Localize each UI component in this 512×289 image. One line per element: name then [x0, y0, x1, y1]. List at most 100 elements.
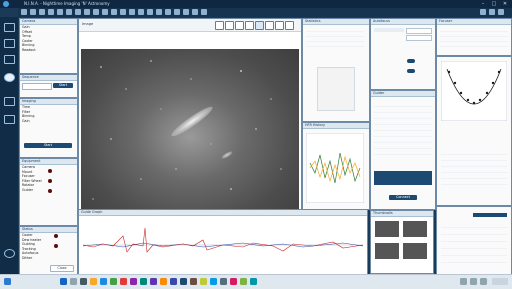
target-icon[interactable] [147, 9, 153, 15]
settings-icon[interactable] [498, 9, 504, 15]
app-icon[interactable] [250, 278, 257, 285]
toggle-switch[interactable] [407, 59, 415, 63]
star-preview [317, 67, 355, 111]
focuser-panel: Focuser [436, 18, 512, 56]
flat-icon[interactable] [165, 9, 171, 15]
sequence-icon[interactable] [4, 97, 15, 106]
toggle-switch[interactable] [407, 69, 415, 73]
power-icon[interactable] [4, 249, 15, 258]
save-image-icon[interactable] [285, 21, 294, 30]
focus-curve-chart [441, 61, 507, 121]
panel-row: Gain [22, 118, 30, 123]
browser-icon[interactable] [100, 278, 107, 285]
safety-icon[interactable] [201, 9, 207, 15]
filter-icon[interactable] [111, 9, 117, 15]
layout-icon[interactable] [57, 9, 63, 15]
star-detect-icon[interactable] [265, 21, 274, 30]
panel-title: Sequence [20, 75, 77, 81]
tray-icon[interactable] [460, 278, 467, 285]
image-toolbar: Image [79, 19, 301, 32]
guide-graph-panel: Guide Graph [78, 209, 368, 275]
play-icon[interactable] [93, 9, 99, 15]
telescope-icon[interactable] [4, 55, 15, 64]
start-icon[interactable] [60, 278, 67, 285]
clock[interactable] [492, 278, 508, 285]
thumbnail-image[interactable] [403, 221, 427, 237]
zoom-in-icon[interactable] [225, 21, 234, 30]
nina-app-icon[interactable] [180, 278, 187, 285]
app-icon[interactable] [160, 278, 167, 285]
app-icon[interactable] [170, 278, 177, 285]
guide-icon[interactable] [138, 9, 144, 15]
maximize-button[interactable]: □ [489, 0, 499, 8]
save-icon[interactable] [39, 9, 45, 15]
imaging-panel: Imaging Time Filter Binning Gain Start [19, 98, 78, 158]
rotate-icon[interactable] [129, 9, 135, 15]
weather-widget-icon[interactable] [4, 278, 11, 285]
disconnect-icon[interactable] [30, 9, 36, 15]
equipment-panel: Equipment Camera Mount Focuser Filter Wh… [19, 158, 78, 226]
app-icon[interactable] [210, 278, 217, 285]
notification-icon[interactable] [480, 9, 486, 15]
connect-guider-button[interactable]: Connect [389, 195, 417, 200]
zoom-fit-icon[interactable] [215, 21, 224, 30]
start-imaging-button[interactable]: Start [24, 143, 72, 148]
app-icon[interactable] [230, 278, 237, 285]
app-icon[interactable] [200, 278, 207, 285]
active-tab-icon[interactable] [4, 73, 15, 82]
astro-image[interactable] [81, 49, 299, 209]
dock-icon[interactable] [66, 9, 72, 15]
settings-header [473, 213, 507, 217]
dome-icon[interactable] [174, 9, 180, 15]
minimize-button[interactable]: – [478, 0, 488, 8]
task-view-icon[interactable] [80, 278, 87, 285]
target-dropdown[interactable] [22, 83, 52, 90]
setting-field[interactable] [406, 35, 432, 41]
thumbnail-image[interactable] [375, 221, 399, 237]
annotate-icon[interactable] [275, 21, 284, 30]
window-title: N.I.N.A. - Nighttime Imaging 'N' Astrono… [24, 1, 110, 6]
settings-list [441, 221, 507, 269]
selected-profile-row[interactable] [374, 171, 432, 185]
app-icon[interactable] [130, 278, 137, 285]
start-sequence-button[interactable]: Start [53, 83, 73, 88]
search-icon[interactable] [70, 278, 77, 285]
app-icon[interactable] [240, 278, 247, 285]
close-button[interactable]: ✕ [500, 0, 510, 8]
weather-icon[interactable] [183, 9, 189, 15]
camera-icon[interactable] [4, 39, 15, 48]
hfr-chart [306, 133, 364, 203]
thumbnail-image[interactable] [403, 243, 427, 259]
app-icon[interactable] [150, 278, 157, 285]
status-dot [48, 169, 52, 173]
zoom-out-icon[interactable] [235, 21, 244, 30]
focus-icon[interactable] [120, 9, 126, 15]
switch-icon[interactable] [192, 9, 198, 15]
open-icon[interactable] [48, 9, 54, 15]
close-status-button[interactable]: Close [50, 265, 74, 272]
network-icon[interactable] [470, 278, 477, 285]
app-icon[interactable] [110, 278, 117, 285]
guide-graph-chart [83, 227, 363, 253]
connect-icon[interactable] [21, 9, 27, 15]
thumbnail-image[interactable] [375, 243, 399, 259]
gear-icon[interactable] [4, 115, 15, 124]
app-logo-icon [3, 1, 9, 7]
file-explorer-icon[interactable] [90, 278, 97, 285]
home-icon[interactable] [4, 23, 15, 32]
stop-icon[interactable] [102, 9, 108, 15]
app-icon[interactable] [120, 278, 127, 285]
app-icon[interactable] [220, 278, 227, 285]
refresh-icon[interactable] [84, 9, 90, 15]
setting-field[interactable] [406, 28, 432, 34]
stretch-icon[interactable] [255, 21, 264, 30]
volume-icon[interactable] [480, 278, 487, 285]
sky-icon[interactable] [156, 9, 162, 15]
crosshair-icon[interactable] [245, 21, 254, 30]
app-icon[interactable] [190, 278, 197, 285]
help-icon[interactable] [489, 9, 495, 15]
app-icon[interactable] [140, 278, 147, 285]
title-bar: N.I.N.A. - Nighttime Imaging 'N' Astrono… [0, 0, 512, 8]
undock-icon[interactable] [75, 9, 81, 15]
thumbnails-panel: Thumbnails [370, 210, 434, 274]
